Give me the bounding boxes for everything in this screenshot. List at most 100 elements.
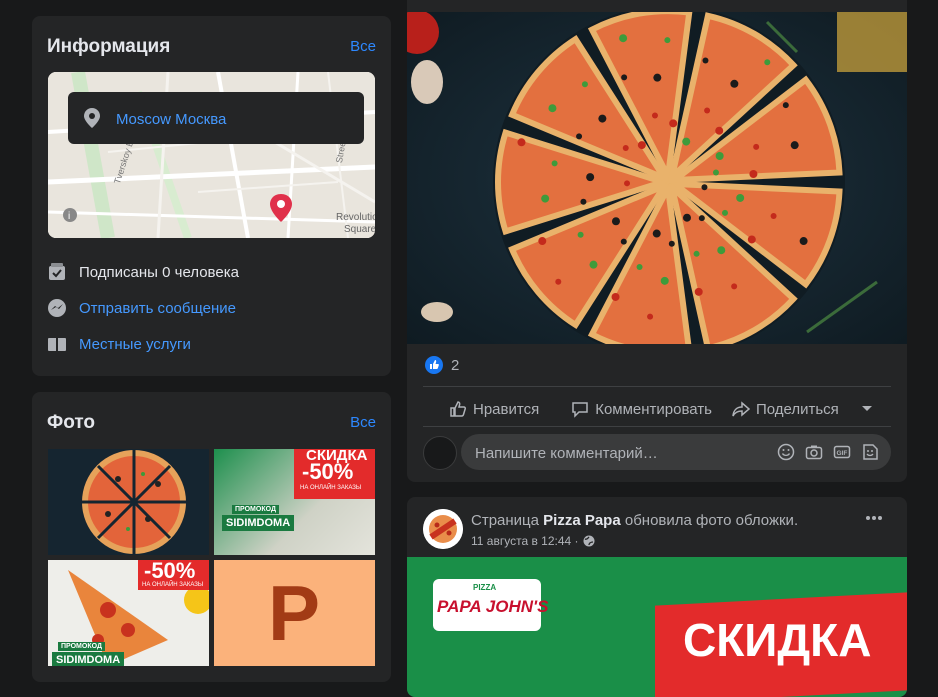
logo-letter: P (268, 569, 321, 657)
cover-photo[interactable]: PIZZA PAPA JOHN'S СКИДКА (407, 557, 907, 697)
post-image[interactable] (407, 12, 907, 344)
pizza-topping (731, 283, 738, 290)
comment-button[interactable]: Комментировать (571, 400, 712, 418)
pizza-topping (669, 119, 678, 128)
photos-title: Фото (47, 412, 96, 433)
map-location-text[interactable]: Moscow Москва (116, 111, 226, 128)
slice-sub-text: НА ОНЛАЙН ЗАКАЗЫ (142, 582, 204, 588)
pizza-topping (541, 194, 550, 203)
pizza-topping (611, 217, 620, 226)
photos-see-all-link[interactable]: Все (350, 414, 376, 431)
info-card: Информация Все i Tverskoy Blvd Street Re… (32, 16, 391, 376)
pizza-topping (668, 240, 675, 247)
like-label: Нравится (473, 400, 540, 418)
pizza-topping (736, 193, 745, 202)
gif-icon[interactable]: GIF (833, 443, 851, 461)
services-icon (47, 334, 67, 354)
pizza-topping (651, 112, 658, 119)
pizza-topping (621, 74, 628, 81)
share-label: Поделиться (755, 400, 839, 418)
pizza-topping (782, 102, 789, 109)
map-location-box[interactable]: Moscow Москва (68, 92, 364, 144)
pizza-topping (548, 104, 557, 113)
photo-thumb-pizza[interactable] (48, 449, 209, 555)
share-dropdown-button[interactable] (861, 405, 879, 413)
cover-banner-text: СКИДКА (683, 614, 872, 666)
pizza-topping (652, 229, 661, 238)
pizza-topping (660, 276, 669, 285)
pizza-topping (637, 141, 646, 150)
pizza-topping (622, 145, 629, 152)
pizza-topping (702, 57, 709, 64)
pizza-topping (555, 278, 562, 285)
comment-input[interactable] (473, 434, 767, 472)
pizza-topping (790, 141, 799, 150)
pizza-topping (698, 215, 705, 222)
like-count: 2 (451, 356, 460, 374)
divider (423, 386, 891, 387)
photo-thumb-logo[interactable]: P (214, 560, 375, 666)
page-name-link[interactable]: Pizza Papa (543, 512, 621, 529)
info-see-all-link[interactable]: Все (350, 38, 376, 55)
pizza-topping (620, 238, 627, 245)
pizza-topping (517, 138, 526, 147)
pizza-topping (551, 160, 558, 167)
likes-summary[interactable]: 2 (425, 356, 459, 374)
divider (423, 426, 891, 427)
promo-label-text: ПРОМОКОД (232, 505, 279, 514)
pizza-topping (770, 213, 777, 220)
pizza-topping (636, 263, 643, 270)
comment-label: Комментировать (595, 400, 712, 418)
map-square-label: Square (344, 224, 375, 235)
subscribers-row: Подписаны 0 человека (47, 262, 239, 282)
pizza-topping (577, 231, 584, 238)
post-actions: Нравится Комментировать Поделиться (423, 394, 891, 424)
post-pizza: 2 Нравится Комментировать Поделиться Нап… (407, 0, 907, 482)
pizza-topping (586, 173, 595, 182)
slice-pct-text: -50% (144, 560, 196, 583)
user-avatar[interactable] (423, 436, 457, 470)
post-timestamp[interactable]: 11 августа в 12:44 · (471, 534, 579, 548)
photo-thumb-slice[interactable]: -50% НА ОНЛАЙН ЗАКАЗЫ ПРОМОКОД SIDIMDOMA (48, 560, 209, 666)
svg-text:i: i (68, 211, 70, 222)
share-button[interactable]: Поделиться (732, 400, 839, 418)
more-icon[interactable] (865, 515, 883, 521)
chevron-down-icon (861, 406, 872, 411)
pizza-topping (589, 260, 598, 269)
pizza-topping (647, 313, 654, 320)
pizza-topping (694, 287, 703, 296)
local-services-link[interactable]: Местные услуги (79, 336, 191, 353)
location-map[interactable]: i Tverskoy Blvd Street Revolution Square… (48, 72, 375, 238)
comment-composer: GIF (423, 434, 891, 472)
globe-icon (583, 535, 595, 547)
camera-icon[interactable] (805, 443, 823, 461)
comment-box[interactable]: GIF (461, 434, 891, 472)
slice-promo-text: ПРОМОКОД (58, 642, 105, 651)
sticker-icon[interactable] (861, 443, 879, 461)
share-icon (732, 401, 750, 417)
pizza-topping (704, 107, 711, 114)
info-title: Информация (47, 36, 171, 57)
local-services-row[interactable]: Местные услуги (47, 334, 191, 354)
emoji-icon[interactable] (777, 443, 795, 461)
messenger-icon (47, 298, 67, 318)
pizza-topping (580, 198, 587, 205)
pizza-topping (611, 292, 620, 301)
send-message-link[interactable]: Отправить сообщение (79, 300, 236, 317)
promo-pct-text: -50% (302, 459, 354, 484)
location-pin-icon (84, 108, 100, 128)
pizza-topping (749, 169, 758, 178)
like-button[interactable]: Нравится (449, 400, 539, 418)
post-cover-update: Страница Pizza Papa обновила фото обложк… (407, 497, 907, 697)
photo-thumb-promo[interactable]: СКИДКА -50% НА ОНЛАЙН ЗАКАЗЫ ПРОМОКОД SI… (214, 449, 375, 555)
pizza-image (48, 449, 209, 555)
pizza-topping (799, 237, 808, 246)
like-thumb-icon (450, 401, 467, 417)
send-message-row[interactable]: Отправить сообщение (47, 298, 236, 318)
slice-code-text: SIDIMDOMA (52, 652, 125, 666)
comment-icon (572, 402, 588, 418)
page-avatar[interactable] (423, 509, 463, 549)
pizza-topping (730, 79, 739, 88)
pizza-topping (712, 169, 719, 176)
pizza-topping (653, 73, 662, 82)
